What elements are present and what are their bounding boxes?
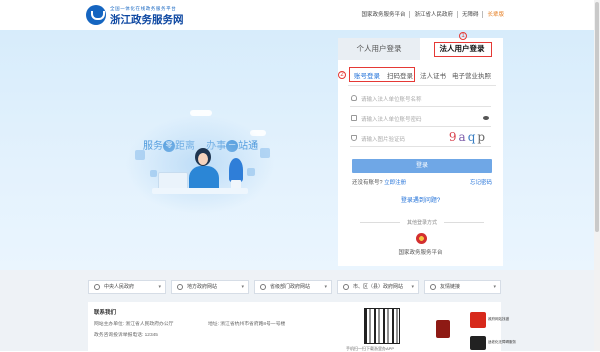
chevron-down-icon: ▾ [493,284,496,290]
plant-illustration [229,158,243,182]
nav-divider [409,10,411,18]
top-navigation: 国家政务服务平台 浙江省人民政府 无障碍 长辈版 [361,10,504,18]
annotation-marker-1: 1 [459,32,467,40]
hero-banner: 服务零距离 办事一站通 [0,30,600,270]
tabs-divider [348,85,496,86]
globe-icon [343,284,349,290]
error-report-caption: 政府网站找错 [488,317,509,321]
desk-illustration [152,188,248,194]
captcha-image[interactable]: 9aqp [445,129,491,145]
floating-icon [247,168,255,176]
hotline: 政务咨询投诉举报电话: 12345 [94,333,158,338]
tab-account-login[interactable]: 账号登录 [354,70,380,82]
national-emblem-icon[interactable] [416,233,427,244]
link-provincial-departments[interactable]: 省级部门政府网站 ▾ [254,280,332,294]
app-qr-code [364,308,400,344]
annotation-marker-2: 2 [338,71,346,79]
no-account-text: 还没有账号? [352,180,383,186]
accessibility-service-icon[interactable] [470,336,486,350]
nav-accessibility[interactable]: 无障碍 [462,10,479,18]
link-label: 地方政府网站 [187,284,218,290]
tab-personal-login[interactable]: 个人用户登录 [338,38,420,60]
floating-icon [150,170,157,177]
login-method-tabs: 账号登录 扫码登录 法人证书 电子营业执照 [350,70,500,82]
chevron-down-icon: ▾ [411,284,414,290]
nav-elder-version[interactable]: 长辈版 [487,10,504,18]
party-government-badge-icon[interactable] [436,320,450,338]
nav-divider [482,10,484,18]
register-row: 还没有账号? 立即注册 忘记密码 [352,178,492,186]
captcha-input[interactable]: 请输入图片验证码 [361,135,405,143]
address: 地址: 浙江省杭州市省府路8号一号楼 [208,322,286,327]
user-icon [351,95,357,101]
chevron-down-icon: ▾ [324,284,327,290]
password-input[interactable]: 请输入法人单位账号密码 [361,115,422,123]
globe-icon [430,284,436,290]
register-link[interactable]: 立即注册 [384,180,406,186]
globe-icon [94,284,100,290]
tab-qr-login[interactable]: 扫码登录 [387,70,413,80]
link-label: 省级部门政府网站 [270,284,311,290]
link-label: 中央人民政府 [104,284,135,290]
tab-legal-entity-login[interactable]: 法人用户登录 [421,38,503,60]
lock-icon [351,115,357,121]
captcha-char: a [458,130,468,144]
account-input[interactable]: 请输入法人单位账号名称 [361,95,422,103]
nav-national-platform[interactable]: 国家政务服务平台 [361,10,405,18]
contact-title: 联系我们 [94,310,117,316]
tab-e-business-license[interactable]: 电子营业执照 [452,70,491,80]
link-label: 市、区（县）政府网站 [353,284,404,290]
chevron-down-icon: ▾ [241,284,244,290]
other-login-methods-label: 其他登录方式 [352,219,492,226]
login-panel: 个人用户登录 法人用户登录 1 账号登录 扫码登录 法人证书 电子营业执照 2 … [338,32,503,266]
qr-caption: 手机扫一扫下载浙里办APP [346,346,395,351]
accessibility-caption: 适老化无障碍服务 [488,340,516,344]
person-face [198,153,208,165]
tab-legal-certificate[interactable]: 法人证书 [420,70,446,80]
chevron-down-icon: ▾ [158,284,161,290]
account-field[interactable]: 请输入法人单位账号名称 [350,91,491,107]
website-error-report-icon[interactable] [470,312,486,328]
eye-icon[interactable] [483,116,489,120]
nav-divider [456,10,458,18]
nav-zhejiang-government[interactable]: 浙江省人民政府 [414,10,453,18]
login-button[interactable]: 登录 [352,159,492,173]
password-field[interactable]: 请输入法人单位账号密码 [350,111,491,127]
captcha-char: 9 [448,130,459,144]
site-header: 全国一体化在线政务服务平台 浙江政务服务网 国家政务服务平台 浙江省人民政府 无… [0,0,600,30]
footer-contact: 联系我们 网站主办单位: 浙江省人民政府办公厅 地址: 浙江省杭州市省府路8号一… [88,302,516,351]
link-city-county-government[interactable]: 市、区（县）政府网站 ▾ [337,280,419,294]
captcha-char: p [477,130,488,144]
national-platform-login[interactable]: 国家政务服务平台 [338,248,503,256]
floating-icon [260,148,270,158]
globe-icon [260,284,266,290]
captcha-char: q [467,130,478,144]
floating-icon [135,150,145,160]
link-central-government[interactable]: 中央人民政府 ▾ [88,280,166,294]
link-label: 友情链接 [440,284,461,290]
link-local-government[interactable]: 地方政府网站 ▾ [171,280,249,294]
zhejiang-logo-icon[interactable] [86,5,106,25]
captcha-field[interactable]: 请输入图片验证码 9aqp [350,129,491,147]
page-scrollbar[interactable] [594,0,600,351]
link-friendly-links[interactable]: 友情链接 ▾ [424,280,501,294]
login-help-link[interactable]: 登录遇到问题? [338,195,503,204]
logo-title[interactable]: 浙江政务服务网 [110,12,184,27]
host-organization: 网站主办单位: 浙江省人民政府办公厅 [94,322,174,327]
globe-icon [177,284,183,290]
scrollbar-thumb[interactable] [595,2,599,232]
shield-icon [351,135,357,141]
forgot-password-link[interactable]: 忘记密码 [470,178,492,186]
customer-service-person [189,166,219,190]
